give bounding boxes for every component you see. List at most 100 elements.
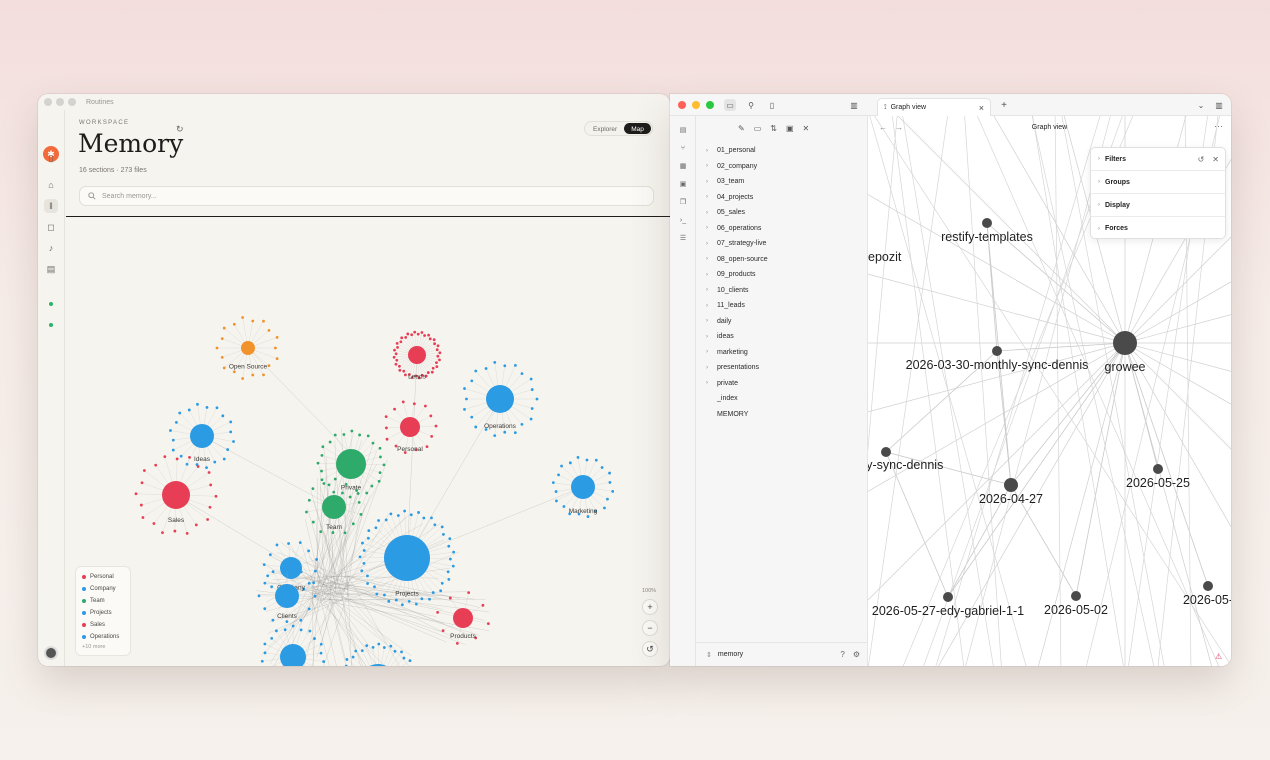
file-node[interactable] <box>430 516 433 520</box>
file-node[interactable] <box>274 346 277 350</box>
file-node[interactable] <box>448 557 452 561</box>
file-node[interactable] <box>171 438 175 442</box>
minimize-window-button[interactable] <box>56 98 64 106</box>
file-node[interactable] <box>319 530 323 534</box>
cluster-projects[interactable]: Projects <box>358 509 456 607</box>
file-node[interactable] <box>367 529 371 532</box>
file-node[interactable] <box>375 592 379 596</box>
file-node[interactable] <box>463 387 466 390</box>
file-node[interactable] <box>585 458 589 462</box>
file-node[interactable] <box>285 620 289 623</box>
help-icon[interactable]: ? <box>840 650 844 659</box>
file-node[interactable] <box>463 407 466 411</box>
file-node[interactable] <box>417 511 420 514</box>
file-node[interactable] <box>433 342 436 346</box>
file-node[interactable] <box>308 629 312 633</box>
document-icon[interactable]: ▤ <box>44 262 58 276</box>
file-node[interactable] <box>331 531 335 534</box>
file-node[interactable] <box>299 628 303 632</box>
file-node[interactable] <box>529 417 533 421</box>
file-node[interactable] <box>263 651 267 655</box>
home-icon[interactable]: ⌂ <box>44 178 58 192</box>
refresh-icon[interactable]: ↻ <box>176 124 184 135</box>
cluster-daily[interactable]: Daily <box>338 642 419 666</box>
file-node[interactable] <box>328 440 332 444</box>
map-view-button[interactable]: Map <box>624 123 651 134</box>
file-node[interactable] <box>470 415 474 419</box>
memory-graph[interactable]: Open SourceLeadsOperationsIdeasPersonalP… <box>66 217 670 666</box>
file-node[interactable] <box>196 402 199 406</box>
file-node[interactable] <box>299 570 303 574</box>
file-node[interactable] <box>374 526 378 530</box>
chevron-down-icon[interactable]: ⌄ <box>1195 99 1207 111</box>
file-node[interactable] <box>493 434 497 438</box>
file-node[interactable] <box>365 644 369 648</box>
file-node[interactable] <box>413 330 417 334</box>
file-node[interactable] <box>358 433 361 437</box>
file-node[interactable] <box>232 370 236 374</box>
cluster-personal[interactable]: Personal <box>384 400 438 454</box>
file-node[interactable] <box>513 431 517 435</box>
file-node[interactable] <box>213 460 217 464</box>
cluster-open-source[interactable]: Open Source <box>215 316 279 380</box>
node-dot[interactable] <box>1071 591 1081 601</box>
minimize-window-button[interactable] <box>692 101 700 109</box>
file-node[interactable] <box>356 492 360 495</box>
file-node[interactable] <box>393 348 396 352</box>
node-dot[interactable] <box>881 447 891 457</box>
file-node[interactable] <box>465 397 468 401</box>
file-node[interactable] <box>358 555 362 559</box>
graph-node[interactable]: 2026-05-25 <box>1126 464 1190 490</box>
file-node[interactable] <box>319 651 323 655</box>
file-node[interactable] <box>384 415 388 419</box>
file-node[interactable] <box>241 316 245 319</box>
file-node[interactable] <box>366 582 369 585</box>
explorer-view-button[interactable]: Explorer <box>586 123 624 134</box>
tab-graph-view[interactable]: ⟟ Graph view × <box>877 98 991 116</box>
file-node[interactable] <box>383 593 386 597</box>
file-node[interactable] <box>530 388 534 391</box>
new-folder-icon[interactable]: ▭ <box>754 124 762 133</box>
file-node[interactable] <box>267 328 271 332</box>
chat-icon[interactable]: ◻ <box>44 220 58 234</box>
new-tab-icon[interactable]: + <box>998 99 1010 111</box>
calendar-icon[interactable]: ▣ <box>678 179 688 189</box>
file-node[interactable] <box>430 434 434 438</box>
file-node[interactable] <box>427 333 431 337</box>
file-node[interactable] <box>307 549 311 553</box>
section-node[interactable] <box>190 424 214 448</box>
file-node[interactable] <box>320 478 324 482</box>
file-node[interactable] <box>440 525 444 529</box>
file-node[interactable] <box>447 578 451 581</box>
file-node[interactable] <box>594 458 598 462</box>
file-node[interactable] <box>315 558 319 561</box>
file-node[interactable] <box>357 500 361 504</box>
folder-item[interactable]: › 09_products <box>706 267 768 283</box>
file-node[interactable] <box>451 564 455 568</box>
cluster-marketing[interactable]: Marketing <box>551 456 615 518</box>
graph-node[interactable]: monthly-sync-dennis <box>868 447 943 472</box>
file-node[interactable] <box>385 426 388 430</box>
node-dot[interactable] <box>1153 464 1163 474</box>
graph-icon[interactable]: ⑂ <box>678 143 688 153</box>
file-node[interactable] <box>433 523 437 527</box>
folder-item[interactable]: › private <box>706 376 768 392</box>
section-node[interactable] <box>275 584 299 608</box>
file-node[interactable] <box>452 550 456 554</box>
file-node[interactable] <box>361 541 364 545</box>
file-node[interactable] <box>140 481 144 485</box>
file-node[interactable] <box>320 454 324 457</box>
file-node[interactable] <box>402 369 406 373</box>
file-node[interactable] <box>169 429 172 432</box>
file-node[interactable] <box>232 322 236 326</box>
file-node[interactable] <box>291 624 295 628</box>
folder-item[interactable]: › 06_operations <box>706 221 768 237</box>
file-node[interactable] <box>389 644 393 648</box>
file-node[interactable] <box>232 440 235 443</box>
file-node[interactable] <box>321 445 325 449</box>
microphone-icon[interactable]: ♪ <box>44 241 58 255</box>
file-node[interactable] <box>395 358 399 362</box>
file-node[interactable] <box>562 505 566 508</box>
file-node[interactable] <box>342 433 346 436</box>
file-node[interactable] <box>351 655 355 659</box>
